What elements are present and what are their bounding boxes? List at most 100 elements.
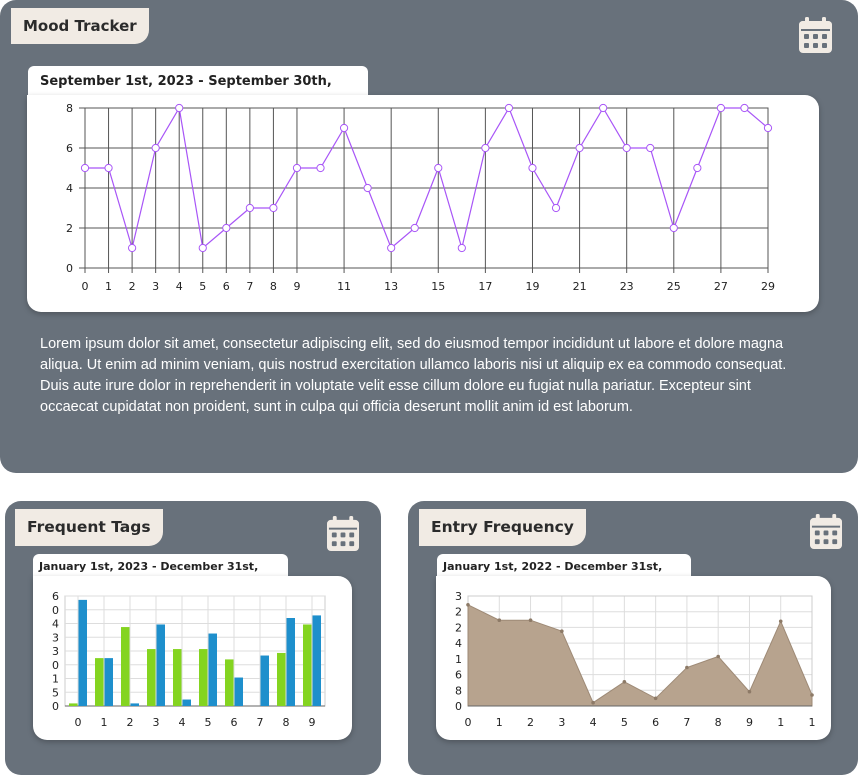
blue-bar <box>208 633 217 706</box>
entry-point <box>685 665 689 670</box>
calendar-icon[interactable] <box>327 516 359 555</box>
green-bar <box>69 703 78 706</box>
mood-point <box>669 223 678 233</box>
x-tick-label: 4 <box>176 280 183 293</box>
mood-point <box>80 163 90 173</box>
entry-chart-card: 01234567891108614223 <box>436 576 831 740</box>
y-tick-label: 0 <box>66 262 73 275</box>
x-tick-label: 8 <box>715 716 722 729</box>
entry-frequency-panel: Entry Frequency January 1st, 2022 - Dece… <box>408 501 858 775</box>
x-tick-label: 2 <box>527 716 534 729</box>
x-tick-label: 5 <box>621 716 628 729</box>
x-tick-label: 1 <box>809 716 816 729</box>
blue-bar <box>78 599 87 706</box>
y-tick-label: 3 <box>455 590 462 603</box>
y-tick-label: 1 <box>52 673 59 686</box>
mood-point <box>716 103 725 113</box>
mood-point <box>269 203 278 213</box>
y-tick-label: 8 <box>455 684 462 697</box>
x-tick-label: 6 <box>231 716 238 729</box>
x-tick-label: 23 <box>620 280 634 293</box>
mood-point <box>693 163 702 173</box>
blue-bar <box>156 624 165 706</box>
mood-line-chart: 0 1 2 3 4 5 6 7 8 9 11 13 15 17 19 21 23 25 27 2902468 <box>66 102 775 293</box>
x-tick-label: 9 <box>746 716 753 729</box>
entry-area <box>467 603 813 707</box>
y-tick-label: 4 <box>52 618 59 631</box>
x-tick-label: 5 <box>205 716 212 729</box>
x-tick-label: 11 <box>337 280 351 293</box>
blue-bar <box>234 677 243 706</box>
y-tick-label: 6 <box>66 142 73 155</box>
mood-point <box>363 183 372 193</box>
blue-bar <box>130 703 139 706</box>
entry-point <box>653 696 658 701</box>
y-tick-label: 3 <box>52 645 59 658</box>
x-tick-label: 3 <box>153 716 160 729</box>
mood-point <box>575 143 584 153</box>
x-tick-label: 2 <box>129 280 136 293</box>
entry-area-chart: 0 1 2 3 4 5 6 7 8 9 1 108614223 <box>455 590 816 729</box>
y-tick-label: 2 <box>455 621 462 634</box>
y-tick-label: 4 <box>455 637 462 650</box>
x-tick-label: 0 <box>465 716 472 729</box>
calendar-icon[interactable] <box>810 514 842 553</box>
mood-point <box>198 243 207 253</box>
mood-date-range[interactable]: September 1st, 2023 - September 30th, 20… <box>28 66 368 121</box>
green-bar <box>147 649 156 706</box>
entry-point <box>591 700 595 705</box>
x-tick-label: 1 <box>101 716 108 729</box>
green-bar <box>95 658 104 706</box>
green-bar <box>121 627 130 706</box>
x-tick-label: 1 <box>496 716 503 729</box>
mood-point <box>763 123 773 133</box>
y-tick-label: 2 <box>455 606 462 619</box>
y-tick-label: 0 <box>52 700 59 713</box>
mood-point <box>245 203 254 213</box>
x-tick-label: 7 <box>257 716 264 729</box>
entry-point <box>622 680 627 684</box>
x-tick-label: 17 <box>478 280 492 293</box>
mood-point <box>481 143 490 153</box>
mood-point <box>528 163 537 173</box>
mood-tracker-title: Mood Tracker <box>11 8 149 44</box>
entry-point <box>747 689 752 694</box>
x-tick-label: 13 <box>384 280 398 293</box>
x-tick-label: 4 <box>179 716 186 729</box>
x-tick-label: 1 <box>105 280 112 293</box>
mood-point <box>740 103 749 113</box>
green-bar <box>277 652 286 706</box>
x-tick-label: 29 <box>761 280 775 293</box>
y-tick-label: 5 <box>52 686 59 699</box>
y-tick-label: 6 <box>455 669 462 682</box>
entry-point <box>560 629 564 633</box>
tags-bar-chart: 0510334060 1 2 3 4 5 6 7 8 9 <box>52 590 326 729</box>
y-tick-label: 4 <box>66 182 73 195</box>
y-tick-label: 6 <box>52 590 59 603</box>
mood-point <box>387 243 396 253</box>
mood-point <box>316 163 325 173</box>
y-tick-label: 0 <box>52 659 59 672</box>
blue-bar <box>260 655 269 706</box>
x-tick-label: 0 <box>75 716 82 729</box>
x-tick-label: 21 <box>573 280 587 293</box>
mood-point <box>128 243 137 253</box>
entry-point <box>497 618 502 622</box>
blue-bar <box>104 658 113 706</box>
calendar-icon[interactable] <box>799 17 832 57</box>
x-tick-label: 4 <box>590 716 597 729</box>
mood-point <box>104 163 113 173</box>
blue-bar <box>286 618 295 706</box>
mood-point <box>504 103 514 113</box>
green-bar <box>303 624 312 706</box>
mood-chart-card: 0 1 2 3 4 5 6 7 8 9 11 13 15 17 19 21 23 25 27 29 0 2 4 6 8 <box>27 95 819 312</box>
mood-point <box>222 223 231 233</box>
x-tick-label: 1 <box>777 716 784 729</box>
y-tick-label: 0 <box>455 700 462 713</box>
y-tick-label: 0 <box>52 604 59 617</box>
mood-point <box>434 163 443 173</box>
y-tick-label: 8 <box>66 102 73 115</box>
mood-point <box>622 143 631 153</box>
blue-bar <box>182 699 191 706</box>
mood-series-line <box>85 106 769 251</box>
